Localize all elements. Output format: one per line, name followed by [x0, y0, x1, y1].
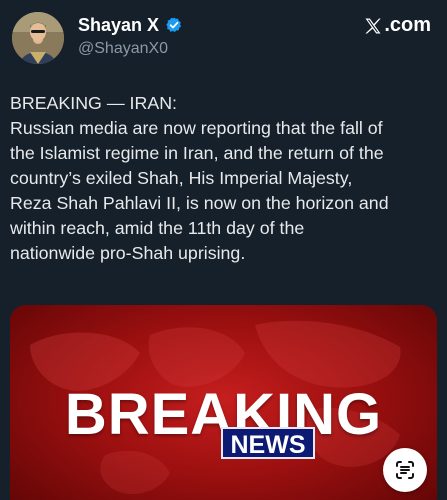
brand-logo: .com: [363, 14, 431, 37]
user-handle[interactable]: @ShayanX0: [78, 40, 183, 58]
verified-badge-icon: [165, 16, 183, 34]
display-name[interactable]: Shayan X: [78, 15, 159, 36]
avatar-portrait-icon: [12, 12, 64, 64]
news-badge: NEWS: [221, 427, 315, 459]
x-logo-icon: [363, 16, 383, 36]
post-line: BREAKING — IRAN:: [10, 93, 177, 113]
post-line: country’s exiled Shah, His Imperial Maje…: [10, 168, 353, 188]
post-text: BREAKING — IRAN: Russian media are now r…: [10, 91, 442, 266]
avatar[interactable]: [12, 12, 64, 64]
brand-domain: .com: [384, 14, 431, 36]
text-scan-button[interactable]: [383, 448, 427, 492]
post-line: Reza Shah Pahlavi II, is now on the hori…: [10, 193, 389, 213]
post-line: Russian media are now reporting that the…: [10, 118, 383, 138]
post-line: the Islamist regime in Iran, and the ret…: [10, 143, 384, 163]
post-screenshot: Shayan X @ShayanX0 .com BREAKING — IRAN:…: [0, 0, 447, 500]
name-row: Shayan X: [78, 14, 183, 36]
post-line: within reach, amid the 11th day of the: [10, 218, 305, 238]
author-info: Shayan X @ShayanX0: [78, 14, 183, 58]
post-line: nationwide pro-Shah uprising.: [10, 243, 246, 263]
post-media-image[interactable]: BREAKING NEWS: [10, 305, 437, 500]
post-header: Shayan X @ShayanX0 .com: [10, 8, 437, 64]
text-scan-icon: [396, 461, 414, 479]
